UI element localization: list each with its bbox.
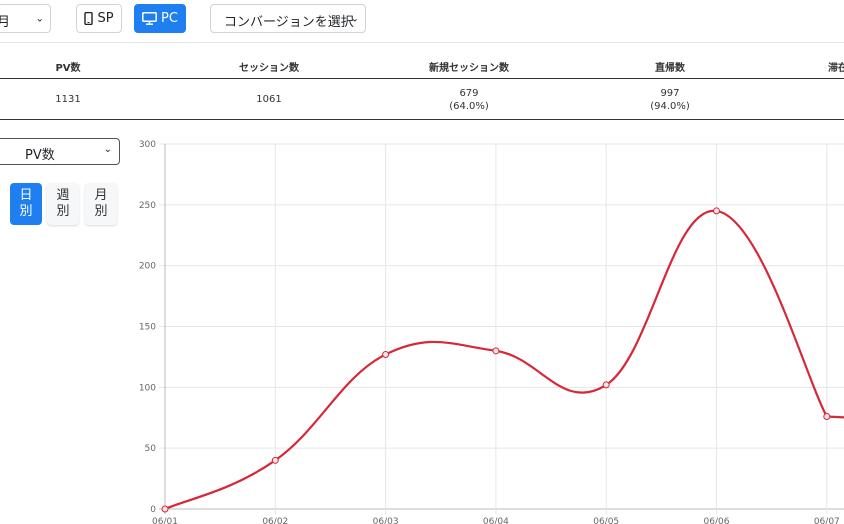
data-point: [271, 456, 279, 464]
data-point: [713, 207, 720, 215]
x-tick-label: 06/07: [814, 517, 840, 524]
y-tick-label: 150: [139, 323, 156, 333]
pv-line-chart: 0 50 100 150 200 250 300 06/01 06/02 06/03 06/04 06…: [139, 140, 844, 524]
y-tick-label: 200: [139, 262, 156, 272]
x-tick-label: 06/04: [483, 517, 509, 524]
y-tick-label: 0: [150, 505, 156, 515]
y-tick-label: 100: [139, 383, 156, 393]
x-tick-label: 06/03: [373, 517, 399, 524]
data-point: [492, 347, 500, 355]
data-point: [382, 350, 390, 358]
data-point: [161, 505, 169, 513]
data-point: [823, 413, 831, 421]
series-line: [164, 209, 844, 511]
x-tick-label: 06/02: [262, 517, 288, 524]
y-tick-label: 50: [145, 444, 157, 454]
data-point: [602, 381, 610, 389]
x-tick-label: 06/05: [593, 517, 619, 524]
y-tick-label: 300: [139, 140, 156, 150]
y-tick-label: 250: [139, 201, 156, 211]
x-tick-label: 06/01: [152, 517, 178, 524]
x-tick-label: 06/06: [704, 517, 730, 524]
